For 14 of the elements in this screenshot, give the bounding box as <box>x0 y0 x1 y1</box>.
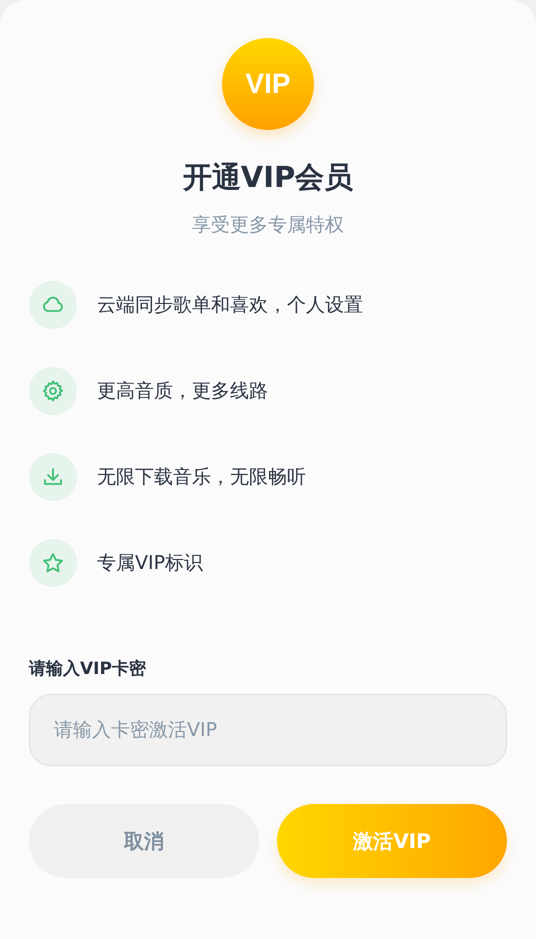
feature-text: 专属VIP标识 <box>97 551 204 576</box>
dialog-title: 开通VIP会员 <box>182 159 354 196</box>
dialog-subtitle: 享受更多专属特权 <box>192 213 344 238</box>
gear-icon <box>29 367 77 415</box>
feature-text: 更高音质，更多线路 <box>97 379 268 404</box>
cancel-button[interactable]: 取消 <box>29 804 259 878</box>
feature-text: 云端同步歌单和喜欢，个人设置 <box>97 293 363 318</box>
vip-badge: VIP <box>222 38 314 130</box>
cloud-icon <box>29 281 77 329</box>
card-key-field[interactable]: 请输入卡密激活VIP <box>29 694 507 766</box>
download-icon <box>29 453 77 501</box>
activate-button[interactable]: 激活VIP <box>277 804 507 878</box>
feature-text: 无限下载音乐，无限畅听 <box>97 465 306 490</box>
field-label: 请输入VIP卡密 <box>29 658 147 680</box>
